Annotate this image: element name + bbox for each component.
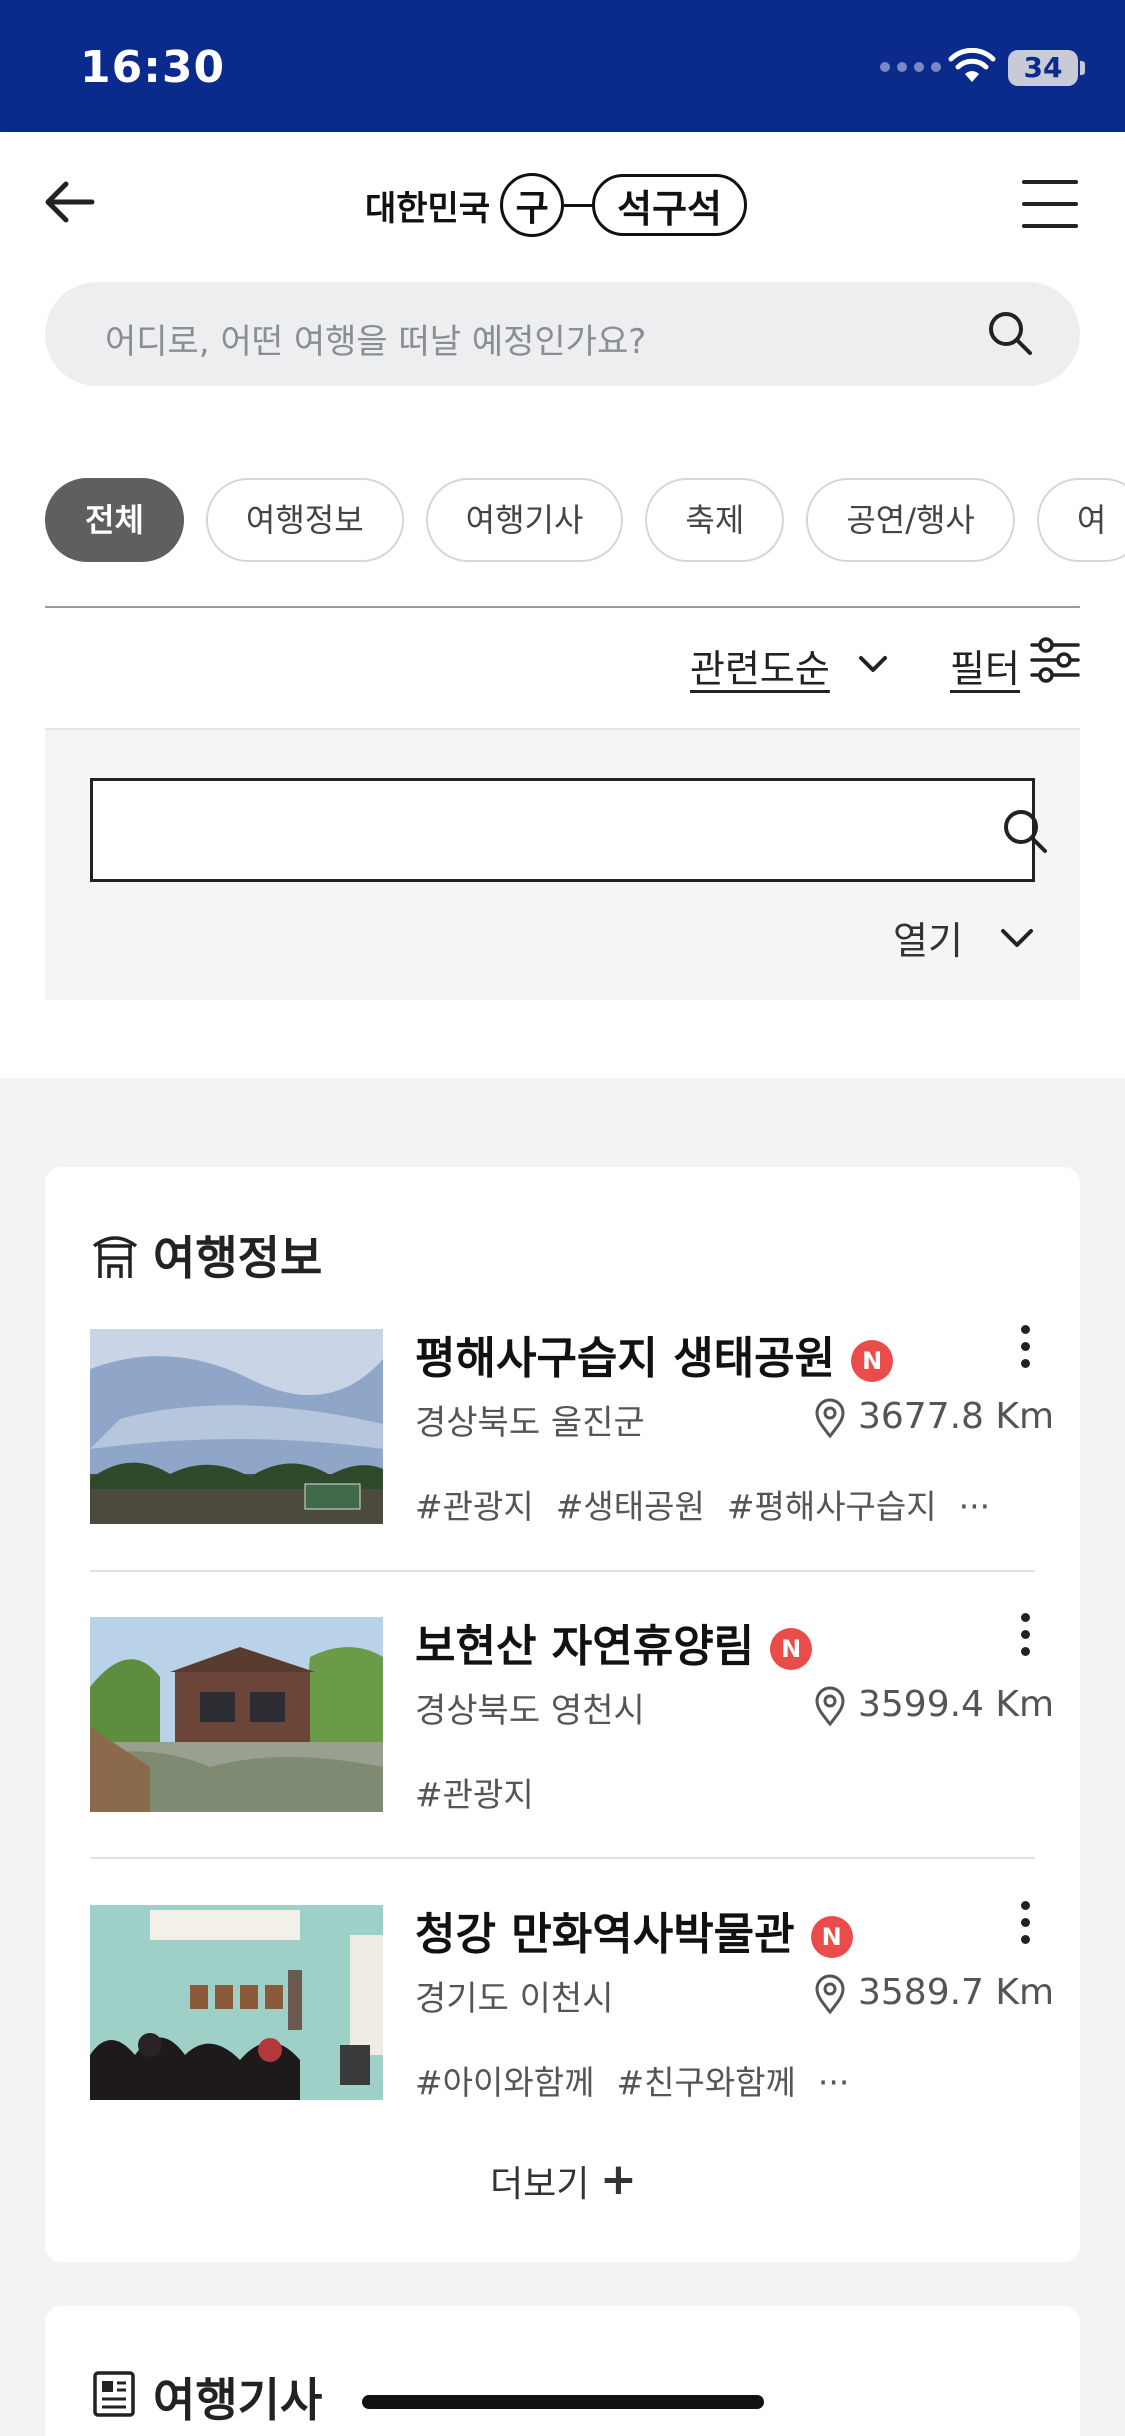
item-tags: #관광지 #생태공원 #평해사구습지 ··· (415, 1480, 1012, 1528)
tag[interactable]: #관광지 (415, 1487, 534, 1526)
chip-performance[interactable]: 공연/행사 (806, 478, 1015, 562)
status-time: 16:30 (80, 42, 226, 93)
search-icon[interactable] (985, 308, 1035, 358)
new-badge: N (851, 1340, 894, 1382)
item-title[interactable]: 보현산 자연휴양림 N (415, 1610, 813, 1674)
detail-search-panel: 열기 (45, 728, 1080, 1000)
chip-all[interactable]: 전체 (45, 478, 184, 562)
filter-sliders-icon[interactable] (1030, 637, 1080, 683)
tag[interactable]: #아이와함께 (415, 2063, 594, 2102)
open-toggle-label[interactable]: 열기 (893, 910, 963, 965)
newspaper-icon (93, 2371, 135, 2417)
plus-icon[interactable]: + (600, 2154, 637, 2205)
logo-text: 대한민국 (365, 188, 491, 229)
header: 대한민국 구 석구석 어디로, 어떤 여행을 떠날 예정인가요? (0, 132, 1125, 430)
section-title-travel-articles: 여행기사 (153, 2373, 323, 2427)
hanok-house-icon (92, 1236, 138, 1278)
divider (45, 606, 1080, 608)
item-region: 경상북도 울진군 (415, 1403, 645, 1443)
chip-festival[interactable]: 축제 (645, 478, 785, 562)
item-distance: 3599.4 Km (858, 1684, 1055, 1725)
tag[interactable]: #생태공원 (556, 1487, 705, 1526)
chevron-down-icon[interactable] (995, 916, 1039, 960)
new-badge: N (810, 1916, 853, 1958)
search-input[interactable]: 어디로, 어떤 여행을 떠날 예정인가요? (45, 282, 1080, 386)
item-region: 경상북도 영천시 (415, 1691, 645, 1731)
search-placeholder: 어디로, 어떤 여행을 떠날 예정인가요? (105, 322, 647, 362)
item-title[interactable]: 청강 만화역사박물관 N (415, 1898, 853, 1962)
more-options-icon[interactable] (1012, 1613, 1038, 1663)
item-thumbnail[interactable] (90, 1617, 383, 1812)
site-logo[interactable]: 대한민국 구 석구석 (365, 170, 748, 240)
section-title-travel-info: 여행정보 (153, 1231, 323, 1285)
filter-area: 전체 여행정보 여행기사 축제 공연/행사 여 관련도순 필터 열기 (0, 430, 1125, 1078)
search-icon[interactable] (1000, 806, 1050, 856)
item-divider (90, 1857, 1035, 1859)
more-options-icon[interactable] (1012, 1325, 1038, 1375)
location-pin-icon (815, 1974, 845, 2014)
item-distance: 3589.7 Km (858, 1972, 1055, 2013)
item-thumbnail[interactable] (90, 1905, 383, 2100)
chip-more[interactable]: 여 (1036, 478, 1125, 562)
keyword-search-input[interactable] (90, 778, 1035, 882)
tag-more[interactable]: ··· (818, 2063, 849, 2102)
hamburger-menu-icon[interactable] (1022, 180, 1080, 230)
category-chips: 전체 여행정보 여행기사 축제 공연/행사 여 (45, 478, 1125, 562)
more-button[interactable]: 더보기 (490, 2155, 589, 2207)
chip-travel-articles[interactable]: 여행기사 (425, 478, 624, 562)
home-indicator[interactable] (362, 2395, 764, 2409)
filter-button[interactable]: 필터 (950, 638, 1020, 693)
tag[interactable]: #평해사구습지 (727, 1487, 937, 1526)
chip-travel-info[interactable]: 여행정보 (205, 478, 404, 562)
item-divider (90, 1570, 1035, 1572)
logo-pill: 석구석 (592, 174, 748, 236)
location-pin-icon (815, 1398, 845, 1438)
logo-connector (564, 203, 593, 207)
more-options-icon[interactable] (1012, 1901, 1038, 1951)
location-pin-icon (815, 1686, 845, 1726)
sort-dropdown[interactable]: 관련도순 (690, 638, 830, 693)
item-title-text[interactable]: 보현산 자연휴양림 (415, 1621, 754, 1672)
signal-icon (880, 62, 941, 72)
chevron-down-icon[interactable] (855, 646, 891, 682)
item-title-text[interactable]: 청강 만화역사박물관 (415, 1909, 795, 1960)
item-title-text[interactable]: 평해사구습지 생태공원 (415, 1333, 835, 1384)
wifi-icon (948, 48, 996, 82)
new-badge: N (770, 1628, 813, 1670)
tag[interactable]: #친구와함께 (616, 2063, 795, 2102)
item-tags: #관광지 (415, 1768, 556, 1816)
back-arrow-icon[interactable] (40, 172, 100, 232)
item-thumbnail[interactable] (90, 1329, 383, 1524)
tag-more[interactable]: ··· (959, 1487, 990, 1526)
item-tags: #아이와함께 #친구와함께 ··· (415, 2056, 871, 2104)
item-region: 경기도 이천시 (415, 1979, 614, 2019)
battery-indicator: 34 (1008, 50, 1078, 86)
tag[interactable]: #관광지 (415, 1775, 534, 1814)
status-bar: 16:30 34 (0, 0, 1125, 132)
item-distance: 3677.8 Km (858, 1396, 1055, 1437)
item-title[interactable]: 평해사구습지 생태공원 N (415, 1322, 894, 1386)
logo-circle: 구 (500, 173, 565, 237)
battery-tip (1080, 61, 1085, 75)
